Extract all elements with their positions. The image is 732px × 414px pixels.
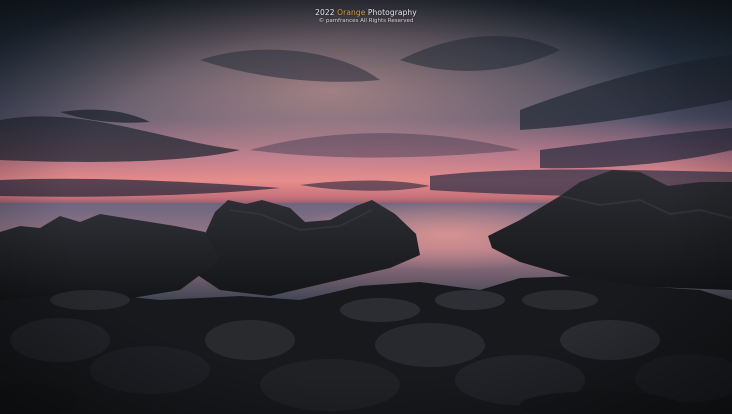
photo-frame: 2022 Orange Photography © pamfrances All…: [0, 0, 732, 414]
watermark-brand: Orange: [337, 8, 366, 17]
seascape-photo: [0, 0, 732, 414]
vignette: [0, 0, 732, 414]
watermark-suffix: Photography: [365, 8, 417, 17]
watermark-copyright: © pamfrances All Rights Reserved: [318, 17, 414, 24]
watermark-year: 2022: [315, 8, 335, 17]
watermark-title: 2022 Orange Photography: [0, 8, 732, 18]
photo-watermark: 2022 Orange Photography © pamfrances All…: [0, 8, 732, 24]
